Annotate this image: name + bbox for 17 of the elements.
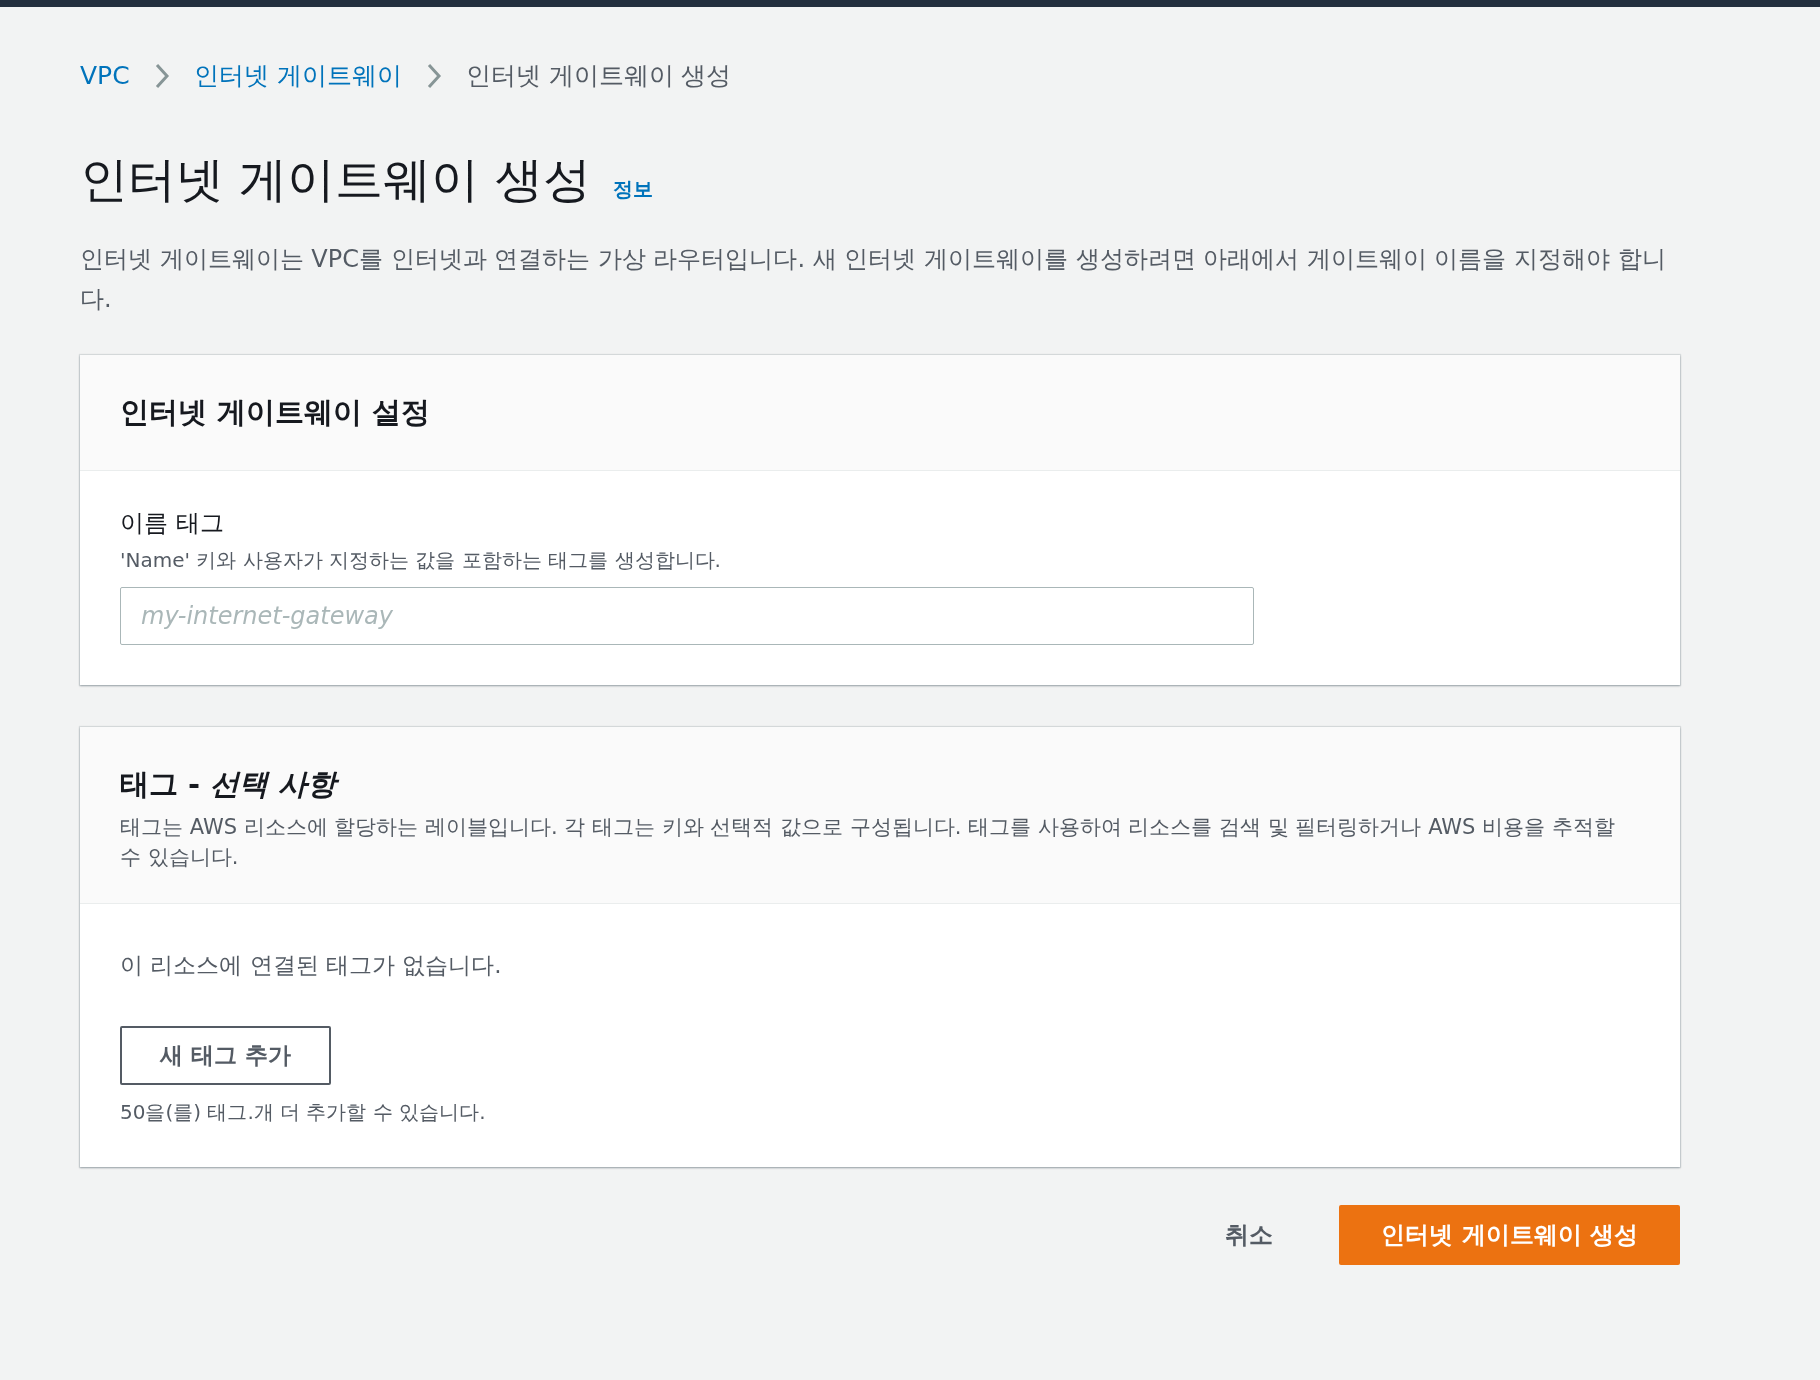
name-tag-field[interactable]: my-internet-gateway <box>120 587 1254 646</box>
breadcrumb-link[interactable]: VPC <box>80 57 130 95</box>
panel-description: 태그는 AWS 리소스에 할당하는 레이블입니다. 각 태그는 키와 선택적 값으로 구성됩니다. 태그를 사용하여 리소스를 검색 및 필터링하거나 AWS 비용을 추적할 수 있습니다. <box>120 813 1616 872</box>
breadcrumb-current: 인터넷 게이트웨이 생성 <box>465 60 732 92</box>
empty-message: 이 리소스에 연결된 태그가 없습니다. <box>120 950 503 980</box>
page-title: 인터넷 게이트웨이 생성 <box>80 150 591 209</box>
create-button[interactable]: 인터넷 게이트웨이 생성 <box>1339 1204 1680 1265</box>
cancel-button[interactable]: 취소 <box>1209 1206 1290 1263</box>
panel-title: 태그 - 선택 사항 <box>120 767 340 802</box>
info-link[interactable]: 정보 <box>612 173 653 204</box>
add-tag-button[interactable]: 새 태그 추가 <box>120 1026 331 1085</box>
breadcrumb-link[interactable]: 인터넷 게이트웨이 <box>193 57 402 95</box>
page-description: 인터넷 게이트웨이는 VPC를 인터넷과 연결하는 가상 라우터입니다. 새 인터넷 게이트웨이를 생성하려면 아래에서 게이트웨이 이름을 지정해야 합니다. <box>80 244 1667 315</box>
field-hint: 'Name' 키와 사용자가 지정하는 값을 포함하는 태그를 생성합니다. <box>120 547 722 575</box>
tag-limit-text: 50을(를) 태그.개 더 추가할 수 있습니다. <box>120 1098 487 1126</box>
field-label: 이름 태그 <box>120 508 225 540</box>
panel-title: 인터넷 게이트웨이 설정 <box>120 395 432 431</box>
